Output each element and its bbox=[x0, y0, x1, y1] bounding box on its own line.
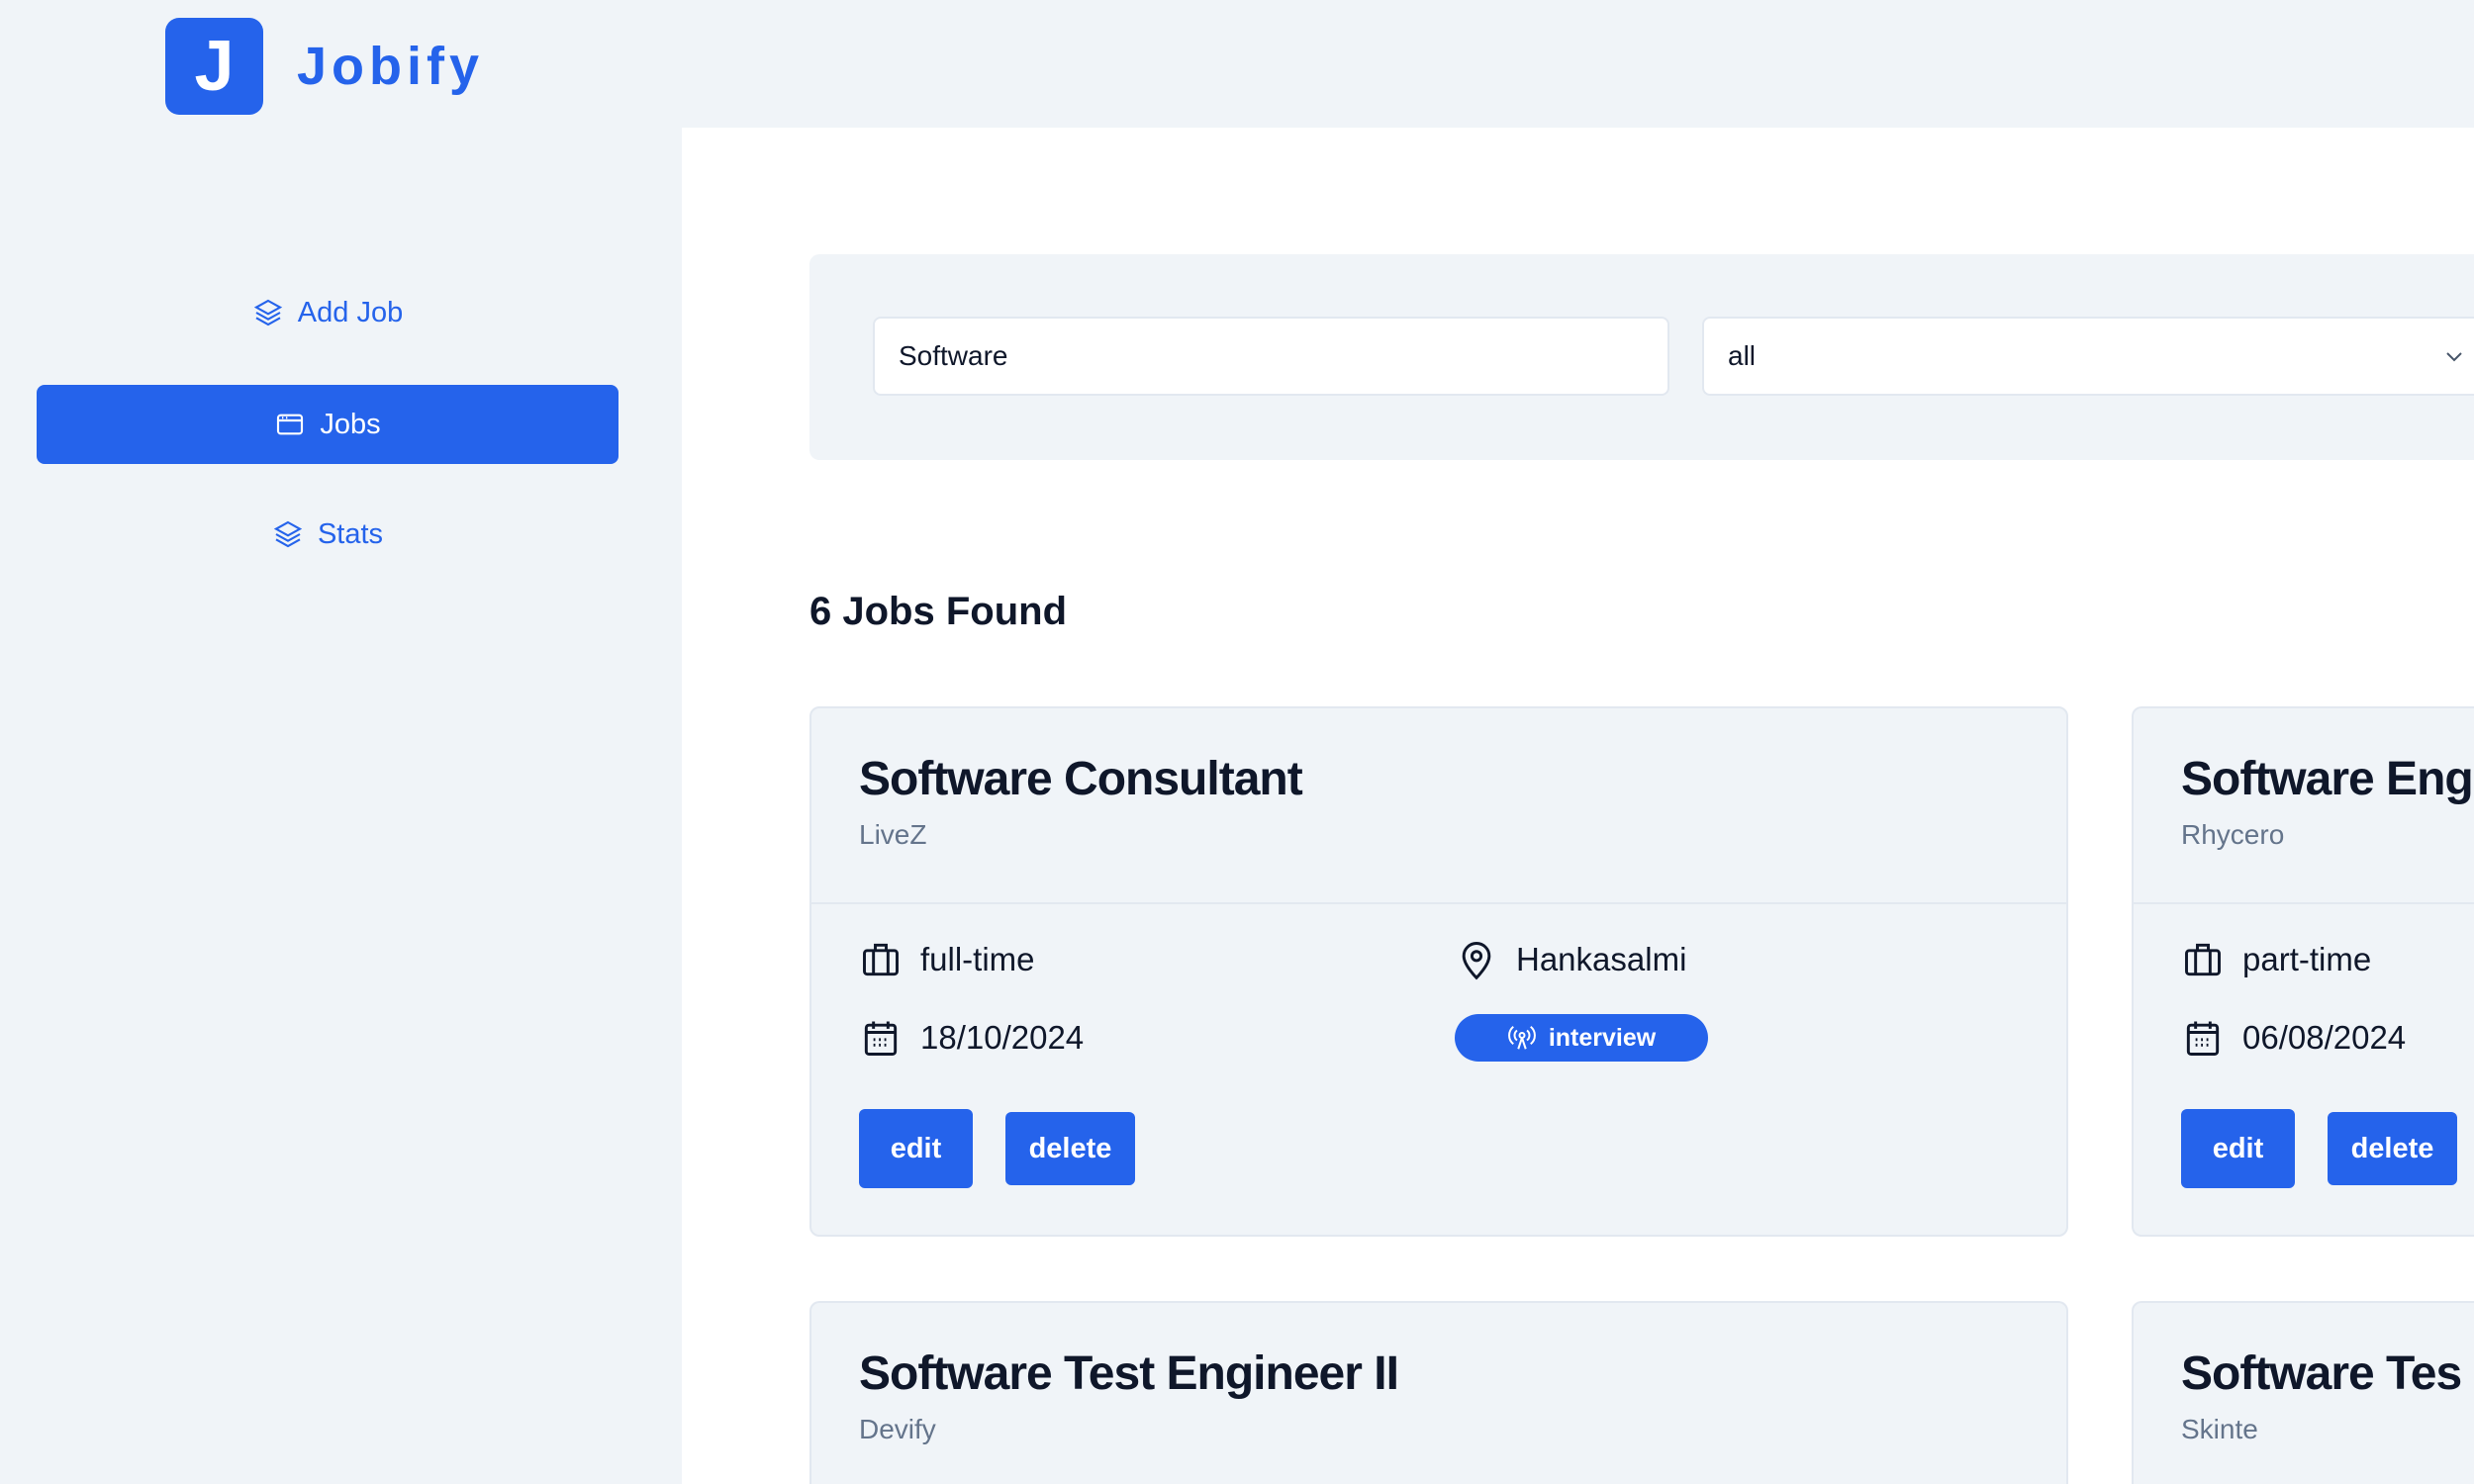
edit-button[interactable]: edit bbox=[2181, 1109, 2295, 1188]
job-date: 18/10/2024 bbox=[859, 1016, 1084, 1060]
delete-button[interactable]: delete bbox=[1005, 1112, 1135, 1185]
calendar-icon bbox=[2186, 1021, 2220, 1056]
calendar-icon bbox=[864, 1021, 898, 1056]
broadcast-icon bbox=[1507, 1025, 1536, 1050]
job-title: Software Tes bbox=[2181, 1347, 2462, 1400]
job-title: Software Test Engineer II bbox=[859, 1347, 1399, 1400]
job-type: full-time bbox=[859, 938, 1035, 981]
layers-icon bbox=[253, 299, 282, 326]
job-company: Skinte bbox=[2181, 1414, 2258, 1444]
job-date-text: 06/08/2024 bbox=[2242, 1019, 2407, 1056]
results-count: 6 Jobs Found bbox=[809, 590, 1067, 633]
sidebar-item-label: Stats bbox=[317, 517, 384, 550]
search-input[interactable]: Software bbox=[873, 317, 1669, 396]
job-type-text: part-time bbox=[2242, 941, 2372, 977]
sidebar-item-label: Add Job bbox=[297, 296, 404, 328]
job-card: Software Tes Skinte bbox=[2132, 1301, 2474, 1484]
brand-name: Jobify bbox=[297, 37, 485, 96]
job-card: Software Eng Rhycero part-time 06/08/202… bbox=[2132, 706, 2474, 1237]
job-title: Software Consultant bbox=[859, 753, 1303, 805]
status-badge: interview bbox=[1455, 1014, 1708, 1062]
job-card: Software Test Engineer II Devify bbox=[809, 1301, 2068, 1484]
job-title: Software Eng bbox=[2181, 753, 2474, 805]
job-company: Devify bbox=[859, 1414, 936, 1444]
job-location-text: Hankasalmi bbox=[1516, 941, 1687, 977]
job-date-text: 18/10/2024 bbox=[920, 1019, 1085, 1056]
job-type-text: full-time bbox=[920, 941, 1035, 977]
job-location: Hankasalmi bbox=[1455, 938, 1686, 981]
layers-icon bbox=[273, 520, 303, 548]
sidebar-item-label: Jobs bbox=[320, 408, 381, 440]
status-select-value: all bbox=[1728, 340, 1757, 371]
sidebar-item-add-job[interactable]: Add Job bbox=[37, 273, 618, 352]
map-pin-icon bbox=[1462, 942, 1491, 980]
job-date: 06/08/2024 bbox=[2181, 1016, 2406, 1060]
edit-button[interactable]: edit bbox=[859, 1109, 973, 1188]
sidebar-item-stats[interactable]: Stats bbox=[37, 495, 618, 574]
job-company: LiveZ bbox=[859, 819, 927, 850]
job-company: Rhycero bbox=[2181, 819, 2285, 850]
job-card: Software Consultant LiveZ full-time Hank… bbox=[809, 706, 2068, 1237]
delete-button[interactable]: delete bbox=[2328, 1112, 2457, 1185]
window-icon bbox=[277, 414, 304, 435]
briefcase-icon bbox=[863, 943, 899, 976]
briefcase-icon bbox=[2185, 943, 2221, 976]
divider bbox=[2134, 902, 2474, 904]
sidebar-item-jobs[interactable]: Jobs bbox=[37, 385, 618, 464]
divider bbox=[811, 902, 2066, 904]
job-type: part-time bbox=[2181, 938, 2371, 981]
chevron-down-icon bbox=[2446, 352, 2462, 362]
status-text: interview bbox=[1548, 1023, 1657, 1052]
search-input-value: Software bbox=[899, 340, 1008, 371]
logo: J bbox=[165, 18, 263, 115]
logo-letter: J bbox=[194, 27, 235, 106]
status-select[interactable]: all bbox=[1702, 317, 2474, 396]
